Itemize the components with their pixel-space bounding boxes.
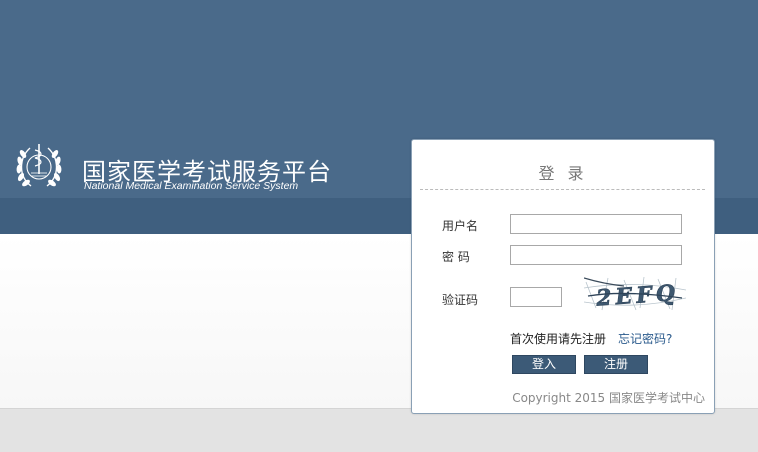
login-title: 登 录 bbox=[538, 164, 588, 183]
password-label: 密 码 bbox=[442, 250, 470, 264]
username-input[interactable] bbox=[510, 214, 682, 234]
forgot-password-link[interactable]: 忘记密码? bbox=[618, 330, 672, 347]
title-divider bbox=[420, 189, 705, 190]
register-button[interactable]: 注册 bbox=[584, 355, 648, 374]
username-label: 用户名 bbox=[442, 219, 479, 233]
brand-subtitle: National Medical Examination Service Sys… bbox=[84, 180, 299, 192]
copyright-text: Copyright 2015 国家医学考试中心 bbox=[512, 391, 705, 405]
footer-band bbox=[0, 408, 758, 452]
first-time-hint: 首次使用请先注册 bbox=[510, 332, 607, 346]
medical-emblem-icon bbox=[16, 144, 62, 187]
password-input[interactable] bbox=[510, 245, 682, 265]
captcha-label: 验证码 bbox=[442, 293, 479, 307]
captcha-image[interactable]: 2EFQ bbox=[584, 274, 686, 314]
login-button[interactable]: 登入 bbox=[512, 355, 576, 374]
captcha-input[interactable] bbox=[510, 287, 562, 307]
login-panel: 登 录 用户名 密 码 验证码 2EFQ 首次使用请先注册 忘记密码? 登入 注… bbox=[411, 139, 715, 414]
